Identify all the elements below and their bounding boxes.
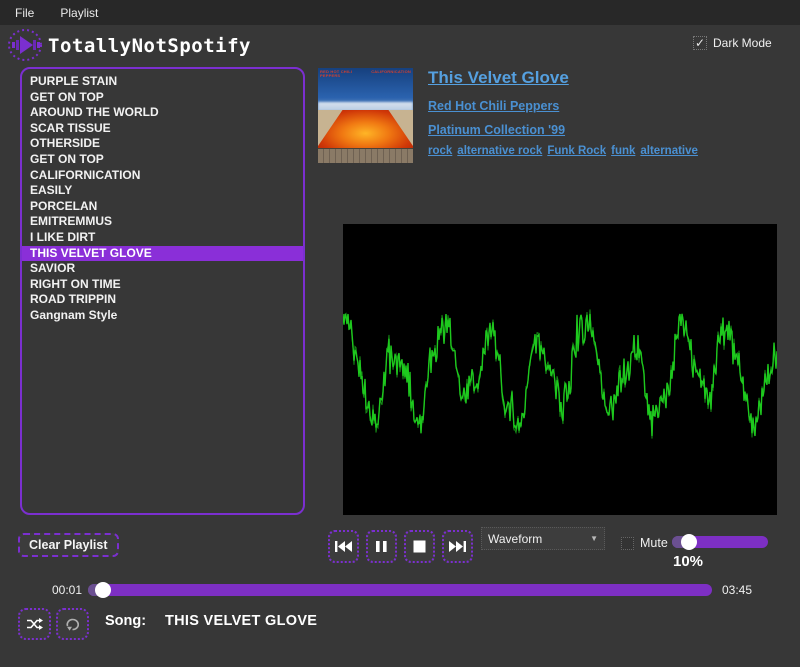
volume-slider-thumb[interactable] xyxy=(681,534,697,550)
now-playing-info: This Velvet Glove Red Hot Chili Peppers … xyxy=(428,68,718,157)
menu-file[interactable]: File xyxy=(15,6,34,20)
dark-mode-label: Dark Mode xyxy=(713,36,772,50)
playlist-item[interactable]: Gangnam Style xyxy=(22,308,303,324)
app-logo-icon xyxy=(6,27,44,63)
waveform-svg xyxy=(343,224,777,515)
album-art-title-text: CALIFORNICATION xyxy=(371,70,411,78)
stop-button[interactable] xyxy=(404,530,435,563)
total-time-label: 03:45 xyxy=(722,583,752,597)
album-link[interactable]: Platinum Collection '99 xyxy=(428,123,565,137)
genre-tag-link[interactable]: rock xyxy=(428,145,452,157)
genre-tag-link[interactable]: alternative rock xyxy=(457,145,542,157)
volume-slider[interactable] xyxy=(672,536,768,548)
mute-label: Mute xyxy=(640,536,668,550)
playlist-listbox[interactable]: PURPLE STAINGET ON TOPAROUND THE WORLDSC… xyxy=(20,67,305,515)
dark-mode-toggle[interactable]: ✓ Dark Mode xyxy=(693,36,772,50)
pause-button[interactable] xyxy=(366,530,397,563)
genre-tag-link[interactable]: Funk Rock xyxy=(547,145,606,157)
volume-percent-label: 10% xyxy=(673,553,703,570)
pause-icon xyxy=(375,540,388,553)
artist-link[interactable]: Red Hot Chili Peppers xyxy=(428,99,559,113)
stop-icon xyxy=(413,540,426,553)
album-art: RED HOT CHILI PEPPERS CALIFORNICATION xyxy=(318,68,413,163)
playlist-item[interactable]: THIS VELVET GLOVE xyxy=(22,246,303,262)
repeat-icon xyxy=(64,617,81,632)
app-window: File Playlist TotallyNotSpotify ✓ Dark M… xyxy=(0,0,800,667)
elapsed-time-label: 00:01 xyxy=(52,583,82,597)
album-art-band-text: RED HOT CHILI PEPPERS xyxy=(320,70,371,78)
chevron-down-icon: ▼ xyxy=(590,534,598,543)
visualizer-mode-dropdown[interactable]: Waveform ▼ xyxy=(481,527,605,550)
playlist-item[interactable]: GET ON TOP xyxy=(22,90,303,106)
genre-tag-link[interactable]: alternative xyxy=(640,145,698,157)
playlist-item[interactable]: AROUND THE WORLD xyxy=(22,105,303,121)
playlist-item[interactable]: PURPLE STAIN xyxy=(22,74,303,90)
playlist-item[interactable]: OTHERSIDE xyxy=(22,136,303,152)
next-track-button[interactable] xyxy=(442,530,473,563)
genre-tag-link[interactable]: funk xyxy=(611,145,635,157)
menu-bar: File Playlist xyxy=(0,0,800,25)
progress-slider[interactable] xyxy=(88,584,712,596)
clear-playlist-button[interactable]: Clear Playlist xyxy=(18,533,119,557)
playlist-item[interactable]: EMITREMMUS xyxy=(22,214,303,230)
dropdown-selected-value: Waveform xyxy=(488,532,590,546)
repeat-button[interactable] xyxy=(56,608,89,640)
genre-tags: rock alternative rock Funk Rock funk alterna… xyxy=(428,145,718,157)
mute-checkbox[interactable] xyxy=(621,537,634,550)
song-title-link[interactable]: This Velvet Glove xyxy=(428,68,569,88)
playlist-item[interactable]: PORCELAN xyxy=(22,199,303,215)
previous-track-icon xyxy=(334,540,353,553)
playlist-item[interactable]: I LIKE DIRT xyxy=(22,230,303,246)
shuffle-icon xyxy=(26,617,43,631)
checkmark-icon[interactable]: ✓ xyxy=(693,36,707,50)
current-song-name: THIS VELVET GLOVE xyxy=(165,613,317,629)
playlist-item[interactable]: GET ON TOP xyxy=(22,152,303,168)
playlist-item[interactable]: CALIFORNICATION xyxy=(22,168,303,184)
album-art-boardwalk xyxy=(318,148,413,163)
next-track-icon xyxy=(448,540,467,553)
menu-playlist[interactable]: Playlist xyxy=(60,6,98,20)
playlist-item[interactable]: SAVIOR xyxy=(22,261,303,277)
previous-track-button[interactable] xyxy=(328,530,359,563)
song-label: Song: xyxy=(105,613,146,629)
progress-slider-thumb[interactable] xyxy=(95,582,111,598)
playlist-item[interactable]: EASILY xyxy=(22,183,303,199)
waveform-visualizer xyxy=(343,224,777,515)
app-title: TotallyNotSpotify xyxy=(48,35,251,57)
playlist-item[interactable]: ROAD TRIPPIN xyxy=(22,292,303,308)
shuffle-button[interactable] xyxy=(18,608,51,640)
playlist-item[interactable]: RIGHT ON TIME xyxy=(22,277,303,293)
playlist-item[interactable]: SCAR TISSUE xyxy=(22,121,303,137)
